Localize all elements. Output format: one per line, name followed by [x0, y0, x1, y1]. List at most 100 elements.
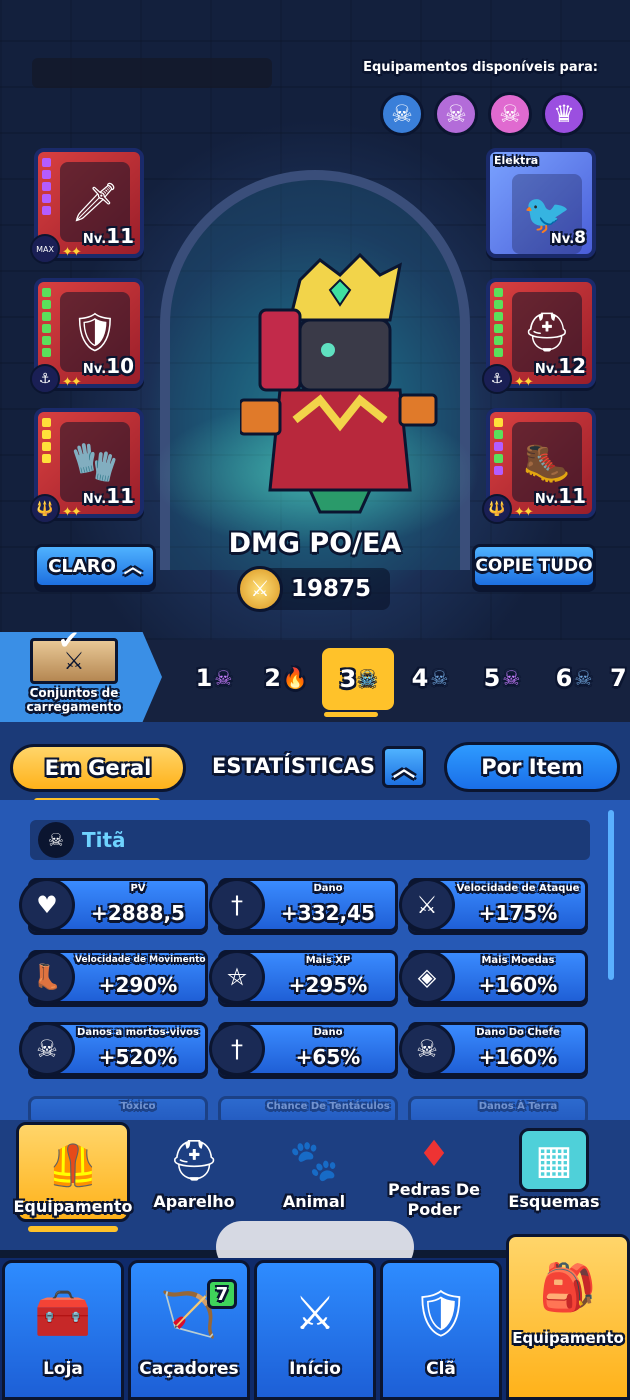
category-equipment[interactable]: 🦺 Equipamento [13, 1122, 133, 1222]
stat-label: Dano Do Chefe [476, 1027, 560, 1038]
stat-attack-speed: ⚔ Velocidade de Ataque +175% [399, 878, 588, 932]
loadout-tab-6[interactable]: 6 ☠ [538, 648, 610, 708]
crowned-skull-icon: ♛ [542, 92, 586, 136]
stars: ✦✦ [62, 245, 82, 260]
bottom-nav: 🧰 Loja 🏹 7 Caçadores ⚔ Início 🛡 Clã 🎒 Eq… [0, 1234, 630, 1400]
chevron-up-icon: ︿ [392, 757, 415, 782]
loadout-tab-5[interactable]: 5 ☠ [466, 648, 538, 708]
armor-icon: 🦺 [48, 1142, 98, 1189]
nav-hunters[interactable]: 🏹 7 Caçadores [128, 1260, 250, 1400]
stat-label: Mais XP [305, 955, 351, 966]
nav-label: Loja [43, 1359, 83, 1379]
power-shield-icon: ⚔ [237, 566, 283, 612]
heart-icon: ♥ [19, 878, 75, 932]
nav-label: Clã [426, 1359, 456, 1379]
power-display: ⚔ 19875 [237, 566, 390, 612]
category-power-stones[interactable]: ♦ Pedras De Poder [374, 1120, 494, 1230]
pet-name: Elektra [494, 154, 539, 167]
skull-hooded-icon: ☠ [380, 92, 424, 136]
nav-equipment[interactable]: 🎒 Equipamento [506, 1234, 630, 1400]
paw-icon: 🐾 [289, 1137, 339, 1184]
stat-move-speed: 👢 Velocidade de Movimento +290% [19, 950, 208, 1004]
gear-slot-gloves[interactable]: 🧤 Nv.11 🔱 ✦✦ [30, 408, 144, 524]
rarity-pips [42, 288, 51, 357]
tab-overall[interactable]: Em Geral [10, 744, 186, 792]
gear-slot-helmet[interactable]: ⛑ Nv.12 ⚓ ✦✦ [482, 278, 596, 394]
category-label: Animal [282, 1192, 346, 1211]
loadout-tab-2[interactable]: 2 🔥 [250, 648, 322, 708]
damage-type-label: DMG PO/EA [228, 528, 402, 559]
power-value: 19875 [291, 576, 372, 602]
gear-slot-boots[interactable]: 🥾 Nv.11 🔱 ✦✦ [482, 408, 596, 524]
collapse-stats-button[interactable]: ︿ [382, 746, 426, 788]
skull-icon: ☠ [358, 667, 377, 691]
nav-clan[interactable]: 🛡 Clã [380, 1260, 502, 1400]
loadout-tabs: 1 ☠ 2 🔥 3 ☠ 4 ☠ 5 ☠ 6 ☠ 7 [178, 648, 630, 710]
gem-icon: ♦ [417, 1133, 451, 1175]
winged-boot-icon: 👢 [19, 950, 75, 1004]
rarity-pips [42, 418, 51, 463]
gear-slot-weapon[interactable]: 🗡 Nv.11 MAX ✦✦ [30, 148, 144, 264]
skull-icon: ☠ [430, 666, 449, 690]
slot-level: Nv.11 [82, 224, 134, 248]
scrollbar[interactable] [608, 810, 614, 980]
loadout-sets-button[interactable]: ⚔ ✔ Conjuntos de carregamento [0, 632, 162, 722]
stat-label: Velocidade de Ataque [456, 883, 580, 894]
section-header-tita: ☠ Titã [30, 820, 590, 860]
fire-icon: 🔥 [282, 666, 308, 690]
gear-slot-pet[interactable]: Elektra 🐦 Nv.8 [486, 148, 596, 258]
stat-value: +160% [478, 1045, 558, 1069]
skull-icon: ☠ [19, 1022, 75, 1076]
category-animal[interactable]: 🐾 Animal [254, 1120, 374, 1230]
category-device[interactable]: ⛑ Aparelho [134, 1120, 254, 1230]
slot-level: Nv.11 [82, 484, 134, 508]
pink-skull-icon: ☠ [488, 92, 532, 136]
stats-list[interactable]: ☠ Titã ♥ PV +2888,5 † Dano +332,45 ⚔ Vel… [0, 800, 630, 1126]
stat-value: +65% [295, 1045, 361, 1069]
stat-value: +332,45 [281, 901, 375, 925]
brain-skull-icon: ☠ [214, 666, 233, 690]
rarity-pips [42, 158, 51, 215]
sword-speed-icon: ⚔ [399, 878, 455, 932]
category-label: Aparelho [153, 1192, 235, 1211]
loadout-tab-3[interactable]: 3 ☠ [322, 648, 394, 710]
stat-label: PV [130, 883, 146, 894]
section-title: Titã [82, 828, 126, 852]
stat-damage-percent: † Dano +65% [209, 1022, 398, 1076]
trident-badge-icon: 🔱 [30, 494, 60, 524]
slot-level: Nv.11 [534, 484, 586, 508]
slot-level: Nv.10 [82, 354, 134, 378]
available-hunter-icons: ☠ ☠ ☠ ♛ [380, 92, 586, 136]
stat-label: Danos À Terra [478, 1101, 558, 1112]
stat-hp: ♥ PV +2888,5 [19, 878, 208, 932]
brain-skull-icon: ☠ [434, 92, 478, 136]
stats-title: ESTATÍSTICAS [212, 754, 375, 778]
loadout-tab-4[interactable]: 4 ☠ [394, 648, 466, 708]
stat-value: +175% [478, 901, 558, 925]
clan-shield-icon: 🛡 [411, 1285, 471, 1340]
stat-boss-damage: ☠ Dano Do Chefe +160% [399, 1022, 588, 1076]
stat-label: Tóxico [120, 1101, 156, 1112]
category-blueprints[interactable]: ▦ Esquemas [494, 1120, 614, 1230]
max-badge: MAX [30, 234, 60, 264]
anchor-badge-icon: ⚓ [482, 364, 512, 394]
category-label: Equipamento [13, 1197, 133, 1216]
stars: ✦✦ [514, 505, 534, 520]
gear-bag-icon: 🎒 [539, 1259, 597, 1314]
nav-shop[interactable]: 🧰 Loja [2, 1260, 124, 1400]
coin-icon: ◈ [399, 950, 455, 1004]
loadout-tab-1[interactable]: 1 ☠ [178, 648, 250, 708]
stat-value: +520% [98, 1045, 178, 1069]
dagger-icon: † [209, 878, 265, 932]
brain-skull-icon: ☠ [502, 666, 521, 690]
stat-value: +160% [478, 973, 558, 997]
nav-home[interactable]: ⚔ Início [254, 1260, 376, 1400]
stat-value: +295% [288, 973, 368, 997]
stat-label: Danos a mortos-vivos [77, 1027, 199, 1038]
notification-badge: 7 [207, 1279, 237, 1309]
gear-slot-armor[interactable]: 🛡 Nv.10 ⚓ ✦✦ [30, 278, 144, 394]
tab-by-item[interactable]: Por Item [444, 742, 620, 792]
helmet-icon: ⛑ [168, 1137, 220, 1184]
loadout-tab-7[interactable]: 7 [610, 648, 630, 708]
pentagram-icon: ⛤ [209, 950, 265, 1004]
